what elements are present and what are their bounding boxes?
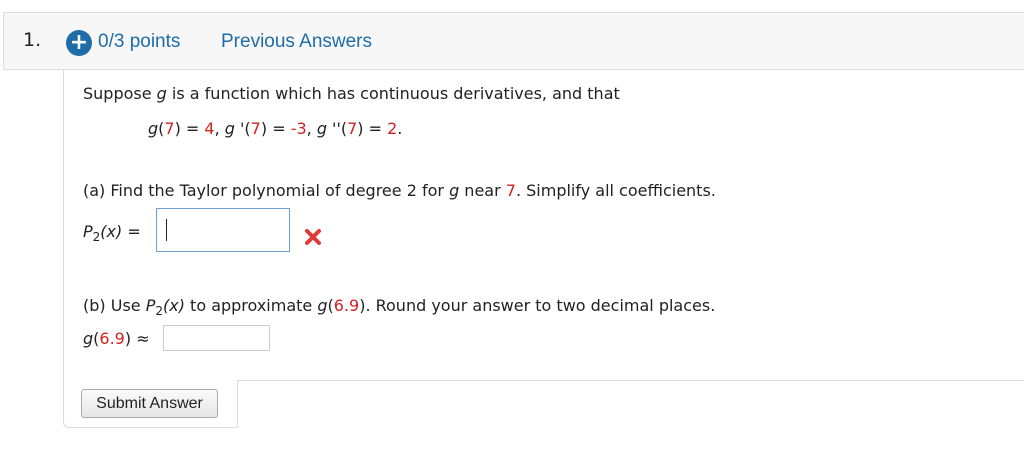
previous-answers-link[interactable]: Previous Answers <box>221 31 372 53</box>
part-a-label: P2(x) = <box>83 222 141 245</box>
incorrect-x-icon <box>305 229 321 245</box>
content-frame-corner <box>237 380 238 428</box>
part-b-answer-input[interactable] <box>163 325 270 351</box>
submit-answer-button[interactable]: Submit Answer <box>81 389 218 418</box>
part-a-answer-input[interactable] <box>156 208 290 252</box>
part-b-prompt: (b) Use P2(x) to approximate g(6.9). Rou… <box>83 296 716 319</box>
part-b-label: g(6.9) ≈ <box>83 329 150 348</box>
given-conditions: g(7) = 4, g '(7) = -3, g ''(7) = 2. <box>148 119 403 138</box>
content-frame-divider <box>237 380 1024 381</box>
problem-intro: Suppose g is a function which has contin… <box>83 84 620 103</box>
part-a-prompt: (a) Find the Taylor polynomial of degree… <box>83 181 716 200</box>
text-caret <box>166 219 167 241</box>
question-number: 1. <box>23 29 42 51</box>
points-score: 0/3 points <box>98 31 181 52</box>
plus-circle-icon[interactable]: + <box>66 30 92 56</box>
